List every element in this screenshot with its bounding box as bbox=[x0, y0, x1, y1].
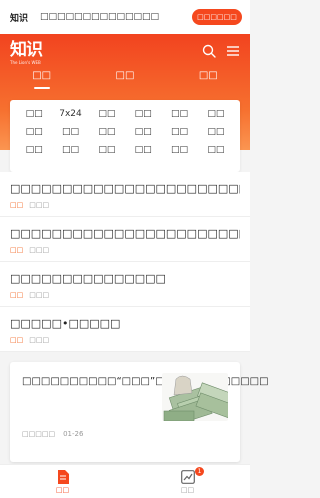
featured-source: □□□□□ bbox=[22, 430, 56, 438]
category-item[interactable]: □□ bbox=[16, 126, 52, 139]
featured-date: 01-26 bbox=[63, 430, 84, 438]
category-item[interactable]: □□ bbox=[16, 108, 52, 121]
news-title: □□□□□□□□□□□□□□□ bbox=[10, 272, 166, 285]
category-item[interactable]: □□ bbox=[89, 108, 125, 121]
featured-title: □□□□□□□□□□“□□□”□□□□□□□□□□□□ bbox=[22, 376, 269, 387]
news-title: □□□□□□□□□□□□□□□□□□□□□□□□□□ bbox=[10, 227, 240, 240]
nav-item-market[interactable]: 1 □□ bbox=[125, 465, 250, 498]
news-meta: □□ □□□ bbox=[10, 336, 240, 344]
menu-icon[interactable] bbox=[226, 44, 240, 58]
nav-label: □□ bbox=[55, 486, 70, 494]
news-source: □□□ bbox=[29, 291, 50, 299]
tab-1[interactable]: □□ bbox=[0, 70, 83, 89]
featured-thumbnail bbox=[162, 373, 228, 421]
news-title: □□□□□□□□□□□□□□□□□□□□□□□□□□ bbox=[10, 182, 240, 195]
notification-badge: 1 bbox=[195, 467, 204, 476]
category-item[interactable]: □□ bbox=[16, 144, 52, 157]
document-icon bbox=[57, 470, 69, 484]
category-item[interactable]: □□ bbox=[161, 108, 197, 121]
news-tag: □□ bbox=[10, 246, 24, 254]
chart-icon bbox=[180, 470, 195, 484]
category-item[interactable]: 7x24 bbox=[52, 108, 88, 121]
news-meta: □□ □□□ bbox=[10, 291, 240, 299]
app-download-bar: 知识 □□□□□□□□□□□□□□ □□□□□□ bbox=[0, 0, 250, 34]
news-source: □□□ bbox=[29, 336, 50, 344]
category-grid: □□ 7x24 □□ □□ □□ □□ □□ □□ □□ □□ □□ □□ □□… bbox=[16, 108, 234, 157]
category-item[interactable]: □□ bbox=[52, 144, 88, 157]
news-list: □□□□□□□□□□□□□□□□□□□□□□ □□ □□ □ □ □□□ □□□□□□… bbox=[0, 172, 250, 352]
featured-article-card[interactable]: □□□□□□□□□□“□□□”□□□□□□□□□□□□ □□□□□ 01-26 bbox=[10, 362, 269, 462]
tab-3[interactable]: □□ bbox=[167, 70, 250, 86]
news-item[interactable]: □□□□□•□□□□□ □□ □□□ bbox=[0, 307, 250, 352]
news-meta: □□ □□□ bbox=[10, 246, 240, 254]
category-item[interactable]: □□ bbox=[198, 108, 234, 121]
open-app-button[interactable]: □□□□□□ bbox=[192, 9, 242, 25]
news-source: □□□ bbox=[29, 201, 50, 209]
category-item[interactable]: □□ bbox=[198, 126, 234, 139]
app-logo: 知识 bbox=[9, 13, 28, 24]
nav-label: □□ bbox=[180, 486, 195, 494]
brand-subtitle: The Lion's WEB bbox=[10, 60, 41, 65]
category-item[interactable]: □□ bbox=[89, 144, 125, 157]
news-item[interactable]: □□□□□□□□□□□□□□□ □□ □□□ bbox=[0, 262, 250, 307]
category-item[interactable]: □□ bbox=[125, 108, 161, 121]
money-image bbox=[162, 373, 228, 421]
category-card: □□ 7x24 □□ □□ □□ □□ □□ □□ □□ □□ □□ □□ □□… bbox=[10, 100, 240, 172]
news-tag: □□ bbox=[10, 201, 24, 209]
brand-mark: 知识 bbox=[10, 40, 43, 60]
category-item[interactable]: □□ bbox=[89, 126, 125, 139]
nav-item-news[interactable]: □□ bbox=[0, 465, 125, 498]
category-item[interactable]: □□ bbox=[52, 126, 88, 139]
news-tag: □□ bbox=[10, 336, 24, 344]
news-meta: □□ □□□ bbox=[10, 201, 240, 209]
category-item[interactable]: □□ bbox=[161, 144, 197, 157]
category-item[interactable]: □□ bbox=[198, 144, 234, 157]
download-promo-text: □□□□□□□□□□□□□□ bbox=[40, 12, 160, 22]
main-tabs: □□ □□ □□ bbox=[0, 70, 250, 89]
featured-meta: □□□□□ 01-26 bbox=[22, 430, 83, 438]
category-item[interactable]: □□ bbox=[125, 144, 161, 157]
news-source: □□□ bbox=[29, 246, 50, 254]
tab-2[interactable]: □□ bbox=[83, 70, 166, 86]
news-item[interactable]: □□□□□□□□□□□□□□□□□□□□□□□□□□ □□ □□□ bbox=[0, 172, 250, 217]
brand-logo[interactable]: 知识 The Lion's WEB bbox=[10, 40, 43, 66]
news-item[interactable]: □□□□□□□□□□□□□□□□□□□□□□□□□□ □□ □□□ bbox=[0, 217, 250, 262]
category-item[interactable]: □□ bbox=[161, 126, 197, 139]
news-tag: □□ bbox=[10, 291, 24, 299]
search-icon[interactable] bbox=[202, 44, 216, 58]
news-title: □□□□□•□□□□□ bbox=[10, 317, 121, 330]
category-item[interactable]: □□ bbox=[125, 126, 161, 139]
bottom-nav: □□ 1 □□ bbox=[0, 464, 250, 498]
